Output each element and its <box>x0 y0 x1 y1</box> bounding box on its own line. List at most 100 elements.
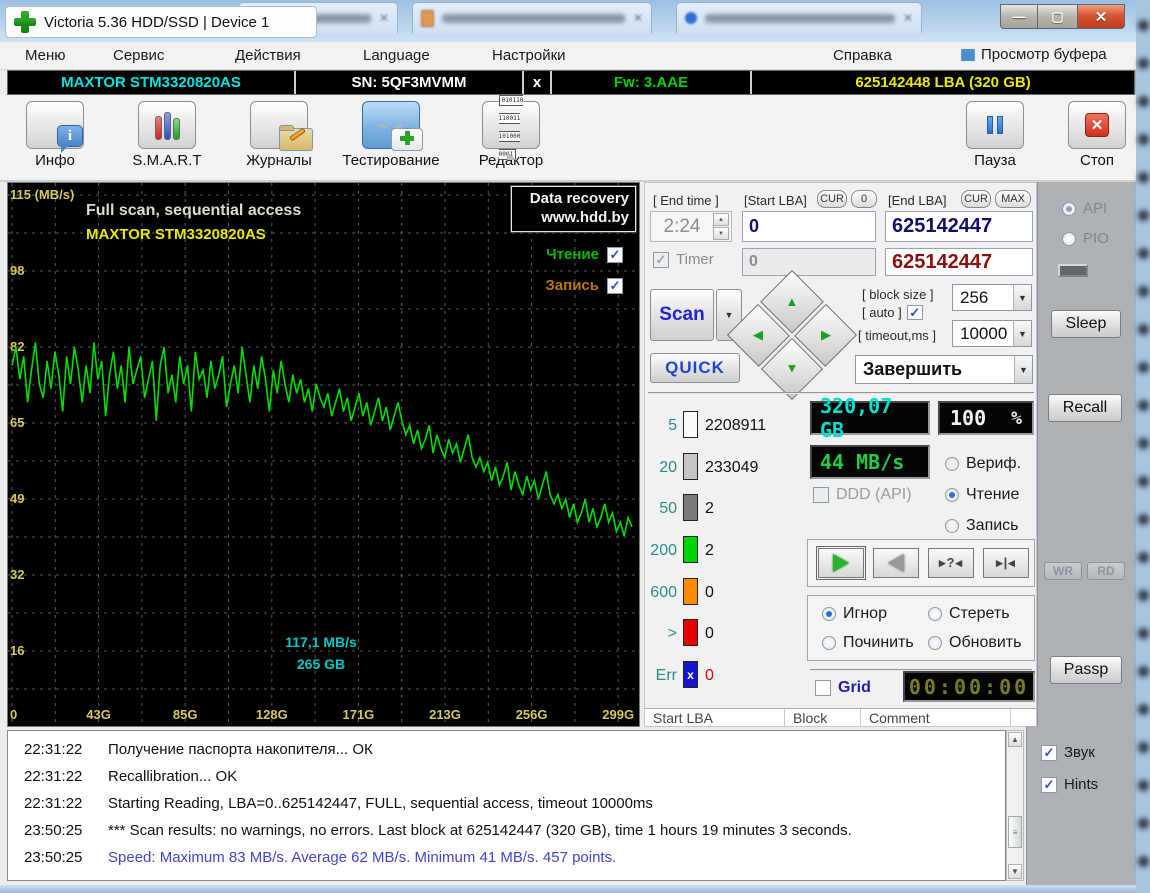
passp-button[interactable]: Passp <box>1050 656 1122 684</box>
auto-checkbox[interactable] <box>907 305 923 320</box>
list-icon <box>961 48 975 62</box>
play-button[interactable] <box>818 548 864 578</box>
play-icon <box>833 554 849 572</box>
window-controls: — ▢ ✕ <box>1000 4 1125 29</box>
seek-end-icon: ▸|◂ <box>996 555 1016 571</box>
app-window: Меню Сервис Действия Language Настройки Справ… <box>0 42 1136 885</box>
error-action-radio[interactable] <box>822 636 836 650</box>
percent-display: 100 % <box>938 401 1034 435</box>
desktop-bottom-strip <box>0 885 1150 893</box>
error-action-4: Обновить <box>928 634 1021 652</box>
write-checkbox[interactable] <box>607 278 623 294</box>
error-action-radio[interactable] <box>928 636 942 650</box>
pio-radio[interactable] <box>1062 232 1076 246</box>
seek-question-icon: ▸?◂ <box>939 555 963 571</box>
stop-button[interactable]: ✕ <box>1068 101 1126 149</box>
tab-close-icon[interactable]: ✕ <box>379 11 389 25</box>
background-browser-tab[interactable]: ✕ <box>412 2 652 33</box>
tab-close-icon[interactable]: ✕ <box>903 11 913 25</box>
speed-value: 44 MB/s <box>812 450 904 474</box>
grid-checkbox[interactable] <box>815 680 831 696</box>
ddd-checkbox[interactable] <box>813 487 829 503</box>
log-scrollbar[interactable]: ▲ ≡ ▼ <box>1006 730 1024 881</box>
mode-radio[interactable] <box>945 488 959 502</box>
timer-checkbox[interactable] <box>653 252 669 268</box>
error-action-radio[interactable] <box>928 607 942 621</box>
end-time-spinner[interactable]: 2:24 ▲▼ <box>650 211 732 242</box>
mode-radio[interactable] <box>945 519 959 533</box>
counter-color-block <box>683 453 698 480</box>
menu-item-1[interactable]: Меню <box>25 47 66 64</box>
defect-table-header: Start LBA Block Comment <box>645 708 1037 727</box>
end-lba-cur-button[interactable]: CUR <box>961 190 991 208</box>
toolbar-button-4[interactable] <box>362 101 420 149</box>
back-button[interactable] <box>873 548 919 578</box>
close-button[interactable]: ✕ <box>1078 4 1125 29</box>
spinner-arrows: ▲▼ <box>713 213 729 240</box>
toolbar-button-3[interactable] <box>250 101 308 149</box>
pio-option: PIO <box>1062 230 1109 247</box>
recall-button[interactable]: Recall <box>1048 394 1122 422</box>
tab-favicon-icon <box>421 10 434 27</box>
maximize-button[interactable]: ▢ <box>1038 4 1078 29</box>
scan-button[interactable]: Scan <box>650 289 714 341</box>
seek-question-button[interactable]: ▸?◂ <box>928 548 974 578</box>
end-lba-input[interactable]: 625142447 <box>885 211 1033 242</box>
hints-checkbox[interactable] <box>1041 777 1057 793</box>
app-titlebar[interactable]: Victoria 5.36 HDD/SSD | Device 1 <box>5 6 317 38</box>
menu-item-3[interactable]: Действия <box>235 47 301 64</box>
svg-text:Full scan, sequential access: Full scan, sequential access <box>86 202 301 219</box>
menu-item-2[interactable]: Сервис <box>113 47 164 64</box>
quick-button[interactable]: QUICK <box>650 353 740 383</box>
buffer-view-button[interactable]: Просмотр буфера <box>961 46 1107 63</box>
wr-button[interactable]: WR <box>1044 562 1082 580</box>
menu-item-5[interactable]: Настройки <box>492 47 566 64</box>
after-scan-action-select[interactable]: Завершить ▼ <box>855 355 1033 384</box>
sleep-button[interactable]: Sleep <box>1051 310 1121 338</box>
start-lba-input[interactable]: 0 <box>742 211 876 242</box>
minimize-button[interactable]: — <box>1000 4 1038 29</box>
counter-color-block <box>683 619 698 646</box>
svg-text:299G: 299G <box>602 707 634 722</box>
menu-item-4[interactable]: Language <box>363 47 430 64</box>
read-checkbox[interactable] <box>607 247 623 263</box>
scroll-up-icon[interactable]: ▲ <box>1008 732 1022 747</box>
start-lba-zero-button[interactable]: 0 <box>851 190 877 208</box>
scroll-thumb[interactable]: ≡ <box>1008 816 1022 848</box>
watermark-line2: www.hdd.by <box>518 209 629 228</box>
hints-toggle: Hints <box>1041 776 1098 793</box>
mode-radio[interactable] <box>945 457 959 471</box>
sound-checkbox[interactable] <box>1041 745 1057 761</box>
seek-end-button[interactable]: ▸|◂ <box>983 548 1029 578</box>
log-text: Получение паспорта накопителя... ОК <box>108 741 373 758</box>
block-size-select[interactable]: 256 ▼ <box>952 284 1032 311</box>
smart-icon <box>155 110 180 140</box>
rd-button[interactable]: RD <box>1087 562 1125 580</box>
error-action-radio[interactable] <box>822 607 836 621</box>
api-radio[interactable] <box>1062 202 1076 216</box>
scroll-down-icon[interactable]: ▼ <box>1008 864 1022 879</box>
spinner-up-icon[interactable]: ▲ <box>713 213 729 226</box>
tab-close-icon[interactable]: ✕ <box>633 11 643 25</box>
svg-text:171G: 171G <box>342 707 374 722</box>
spinner-down-icon[interactable]: ▼ <box>713 227 729 240</box>
arrow-right-icon: ▶ <box>821 327 831 343</box>
timeout-select[interactable]: 10000 ▼ <box>952 320 1032 347</box>
toolbar-button-1[interactable]: i <box>26 101 84 149</box>
scan-button-label: Scan <box>659 304 704 326</box>
pause-button-wrap: Пауза <box>940 101 1050 169</box>
pause-icon <box>987 116 1003 134</box>
watermark-badge: Data recovery www.hdd.by <box>511 186 636 232</box>
defect-col-block: Block <box>785 709 861 727</box>
defect-col-start-lba: Start LBA <box>645 709 785 727</box>
background-browser-tab[interactable]: ✕ <box>676 2 922 33</box>
start-lba-cur-button[interactable]: CUR <box>817 190 847 208</box>
pause-button[interactable] <box>966 101 1024 149</box>
svg-text:265 GB: 265 GB <box>297 656 345 672</box>
toolbar-button-5[interactable]: 0101101100111010000001 <box>482 101 540 149</box>
toolbar-button-2[interactable] <box>138 101 196 149</box>
error-action-box: ИгнорСтеретьПочинитьОбновить <box>807 595 1035 661</box>
svg-text:117,1 MB/s: 117,1 MB/s <box>285 634 357 650</box>
end-lba-max-button[interactable]: MAX <box>995 190 1031 208</box>
menu-item-6[interactable]: Справка <box>833 47 892 64</box>
